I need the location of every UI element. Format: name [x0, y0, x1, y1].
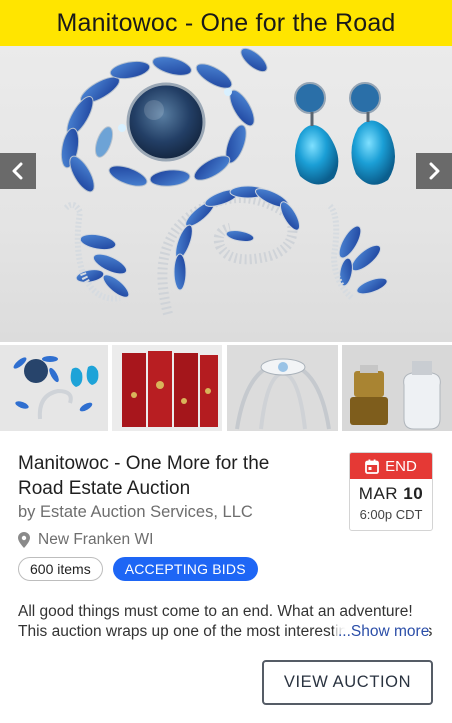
- end-date: MAR 10: [350, 484, 432, 504]
- auction-company[interactable]: by Estate Auction Services, LLC: [18, 503, 318, 522]
- end-header: END: [350, 453, 432, 479]
- location-pin-icon: [18, 532, 30, 548]
- thumbnail-crystal-crown[interactable]: [227, 345, 338, 431]
- previous-image-button[interactable]: [0, 153, 36, 189]
- chevron-left-icon: [12, 162, 23, 180]
- end-month: MAR: [358, 484, 399, 503]
- status-badge: ACCEPTING BIDS: [112, 557, 258, 581]
- end-day: 10: [403, 484, 424, 503]
- badges: 600 items ACCEPTING BIDS: [18, 557, 258, 581]
- end-date-box: END MAR 10 6:00p CDT: [349, 452, 433, 531]
- show-more-link[interactable]: ...Show more: [334, 622, 430, 642]
- thumbnail-jewelry[interactable]: [0, 345, 108, 431]
- end-label: END: [385, 457, 417, 475]
- calendar-icon: [365, 459, 380, 474]
- thumbnail-lighters[interactable]: [342, 345, 452, 431]
- main-image[interactable]: [0, 46, 452, 342]
- auction-location: New Franken WI: [18, 530, 153, 550]
- banner-title: Manitowoc - One for the Road: [0, 0, 452, 46]
- thumbnail-strip: [0, 345, 452, 431]
- view-auction-button[interactable]: VIEW AUCTION: [262, 660, 433, 705]
- items-count-badge: 600 items: [18, 557, 103, 581]
- auction-title[interactable]: Manitowoc - One More for the Road Estate…: [18, 451, 318, 501]
- chevron-right-icon: [429, 162, 440, 180]
- location-text: New Franken WI: [38, 531, 154, 548]
- end-time: 6:00p CDT: [359, 507, 423, 522]
- next-image-button[interactable]: [416, 153, 452, 189]
- thumbnail-red-screen[interactable]: [112, 345, 222, 431]
